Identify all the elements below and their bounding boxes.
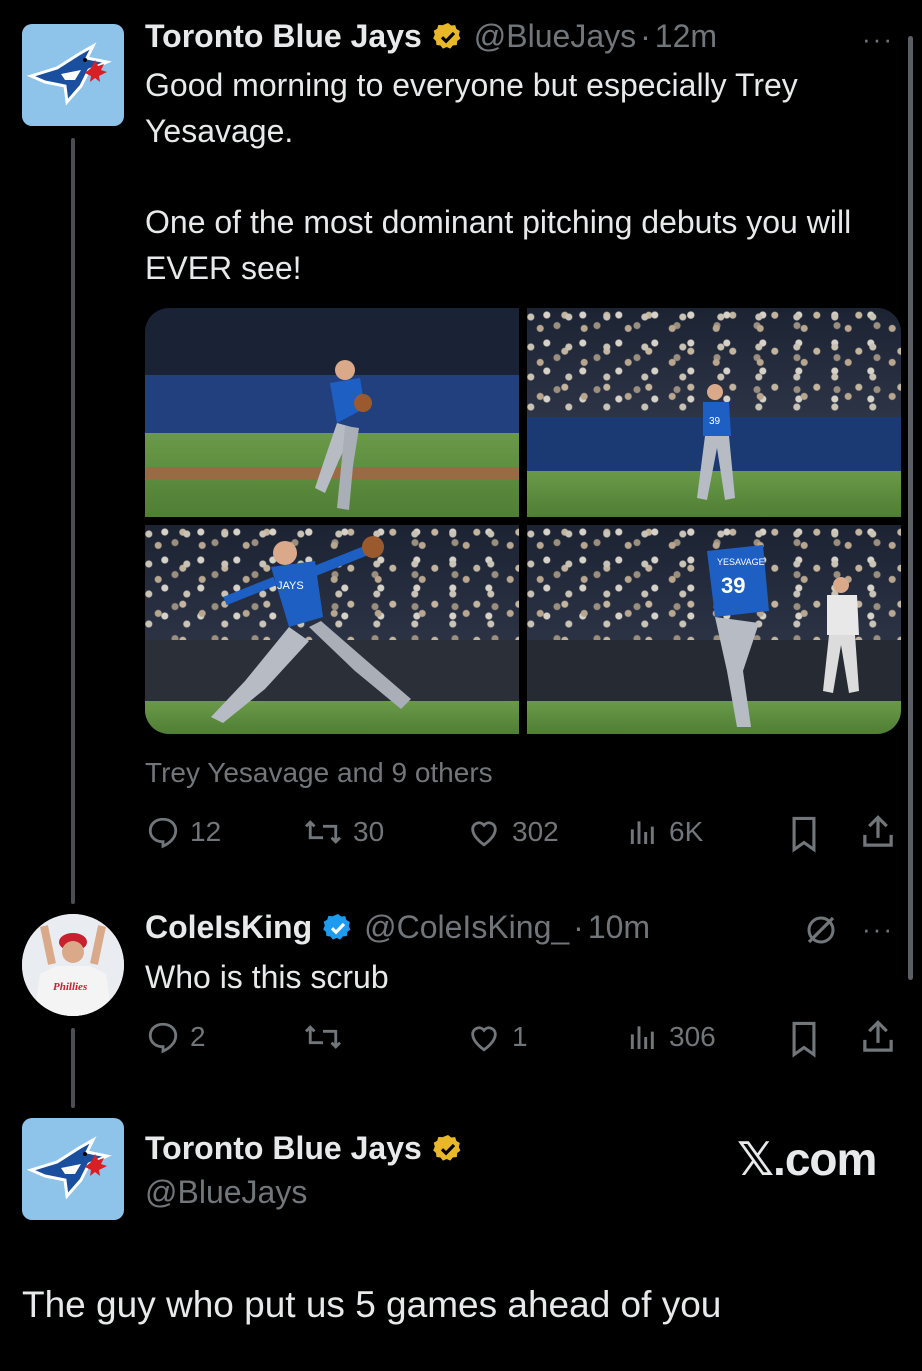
views-button[interactable]: 306 [627, 1020, 716, 1054]
timestamp[interactable]: 10m [588, 909, 650, 946]
author-handle[interactable]: @BlueJays [474, 18, 636, 55]
phillies-player-avatar-icon: Phillies [22, 914, 124, 1016]
thread-line [71, 138, 75, 904]
share-icon[interactable] [860, 813, 896, 851]
author-handle[interactable]: @ColeIsKing_ [364, 909, 569, 946]
bookmark-icon[interactable] [787, 1020, 821, 1058]
repost-icon [304, 1025, 342, 1049]
reply-icon [148, 817, 178, 849]
views-button[interactable]: 6K [627, 815, 703, 849]
verified-blue-badge-icon [323, 913, 351, 940]
jersey-number: 39 [709, 416, 721, 427]
author-name[interactable]: Toronto Blue Jays [145, 1130, 422, 1167]
views-chart-icon [630, 821, 654, 844]
photo-1[interactable] [145, 308, 519, 517]
reply-count: 12 [190, 816, 222, 847]
bluejays-avatar[interactable] [22, 1118, 124, 1220]
jersey-name-text: YESAVAGE [717, 557, 765, 567]
heart-icon [471, 1026, 497, 1052]
repost-count: 30 [353, 816, 385, 847]
bluejays-logo-icon [27, 42, 112, 106]
author-name[interactable]: Toronto Blue Jays [145, 18, 422, 55]
author-name[interactable]: ColeIsKing [145, 909, 312, 946]
views-count: 6K [669, 816, 704, 847]
coleisking-avatar[interactable]: Phillies [22, 914, 124, 1016]
jersey-team-text: JAYS [277, 580, 304, 592]
tweet3-header: Toronto Blue Jays [145, 1130, 464, 1167]
tweet3-text: The guy who put us 5 games ahead of you [22, 1284, 722, 1325]
tweet1-text-1: Good morning to everyone but especially … [145, 67, 798, 149]
tweet2-header: ColeIsKing @ColeIsKing_ · 10m [145, 909, 650, 946]
photo-4[interactable]: YESAVAGE 39 [527, 525, 901, 734]
like-count: 1 [512, 1021, 528, 1052]
media-grid: 39 JAYS YESAVAGE 39 [145, 308, 901, 734]
repost-icon [304, 820, 342, 844]
avatar-jersey-text: Phillies [53, 981, 87, 993]
x-com-watermark: 𝕏.com [737, 1133, 877, 1185]
repost-button[interactable] [303, 1020, 353, 1054]
repost-button[interactable]: 30 [303, 815, 384, 849]
scrollbar[interactable] [908, 36, 913, 980]
more-options-icon[interactable]: ··· [862, 24, 894, 55]
fielder-figure [823, 577, 859, 693]
grok-icon[interactable] [803, 912, 839, 948]
thread-line [71, 1028, 75, 1108]
share-icon[interactable] [860, 1018, 896, 1056]
pitcher-figure: 39 [697, 384, 735, 500]
dot-separator: · [640, 18, 651, 54]
bluejays-logo-icon [27, 1136, 112, 1200]
photo-3[interactable]: JAYS [145, 525, 519, 734]
reply-button[interactable]: 2 [146, 1020, 206, 1054]
verified-gold-badge-icon [432, 22, 461, 49]
like-button[interactable]: 302 [466, 815, 559, 849]
verified-gold-badge-icon [432, 1134, 461, 1161]
timestamp[interactable]: 12m [655, 18, 717, 55]
bookmark-icon[interactable] [787, 815, 821, 853]
pitcher-figure [315, 360, 372, 510]
views-chart-icon [630, 1026, 654, 1049]
heart-icon [471, 821, 497, 847]
jersey-number: 39 [721, 573, 745, 598]
reply-count: 2 [190, 1021, 206, 1052]
pitcher-figure: YESAVAGE 39 [707, 545, 769, 727]
pitcher-figure: JAYS [211, 536, 411, 723]
reply-icon [148, 1022, 178, 1054]
dot-separator: · [573, 909, 584, 945]
more-options-icon[interactable]: ··· [862, 914, 894, 945]
tweet2-text: Who is this scrub [145, 959, 389, 995]
tweet1-text-2: One of the most dominant pitching debuts… [145, 204, 852, 286]
like-button[interactable]: 1 [466, 1020, 528, 1054]
views-count: 306 [669, 1021, 716, 1052]
reply-button[interactable]: 12 [146, 815, 221, 849]
like-count: 302 [512, 816, 559, 847]
tagged-people[interactable]: Trey Yesavage and 9 others [145, 757, 493, 789]
photo-2[interactable]: 39 [527, 308, 901, 517]
author-handle[interactable]: @BlueJays [145, 1174, 307, 1211]
tweet1-header: Toronto Blue Jays @BlueJays · 12m [145, 18, 717, 55]
bluejays-avatar[interactable] [22, 24, 124, 126]
